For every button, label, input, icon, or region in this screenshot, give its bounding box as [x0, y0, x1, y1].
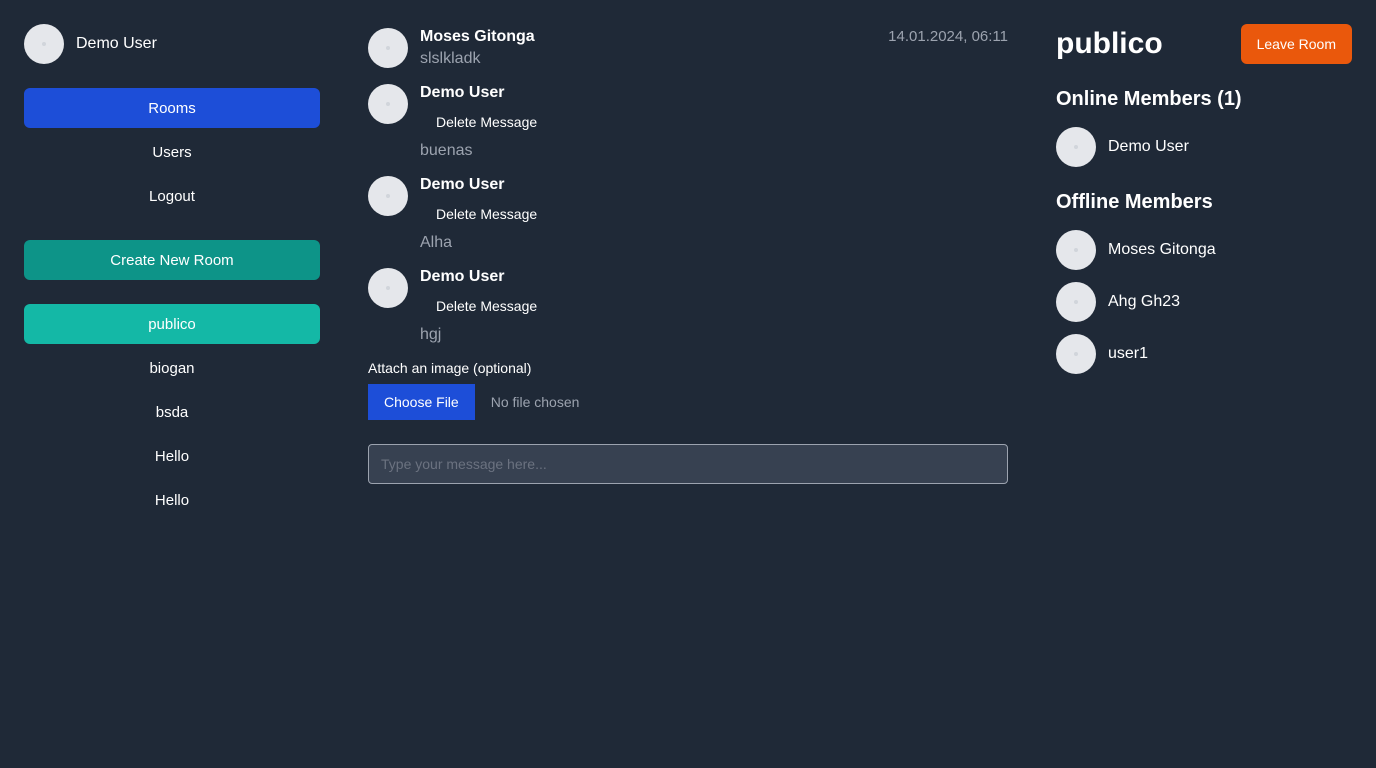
message-author: Demo User	[420, 268, 505, 285]
message: Demo User Delete Message buenas	[368, 84, 1008, 160]
message-author: Demo User	[420, 84, 505, 101]
message-text: hgj	[420, 326, 442, 343]
leave-room-button[interactable]: Leave Room	[1240, 24, 1352, 64]
message: Moses Gitonga 14.01.2024, 06:11 slslklad…	[368, 28, 1008, 68]
delete-message-button[interactable]: Delete Message	[420, 290, 553, 322]
avatar-image-icon	[386, 102, 390, 106]
room-item-biogan[interactable]: biogan	[24, 348, 320, 388]
avatar	[368, 28, 408, 68]
message-author: Moses Gitonga	[420, 28, 535, 45]
member-item[interactable]: user1	[1056, 334, 1352, 374]
room-item-publico[interactable]: publico	[24, 304, 320, 344]
member-name: user1	[1108, 345, 1149, 362]
rooms-button[interactable]: Rooms	[24, 88, 320, 128]
online-members-title: Online Members (1)	[1056, 88, 1242, 110]
message-text: buenas	[420, 142, 473, 159]
message-header: Moses Gitonga 14.01.2024, 06:11	[420, 28, 1008, 46]
message-body: Moses Gitonga 14.01.2024, 06:11 slslklad…	[420, 28, 1008, 68]
message-body: Demo User Delete Message hgj	[420, 268, 1008, 344]
room-item-bsda[interactable]: bsda	[24, 392, 320, 432]
message: Demo User Delete Message hgj	[368, 268, 1008, 344]
avatar	[368, 176, 408, 216]
create-room-button[interactable]: Create New Room	[24, 240, 320, 280]
avatar-image-icon	[386, 46, 390, 50]
avatar	[1056, 282, 1096, 322]
room-item-hello[interactable]: Hello	[24, 436, 320, 476]
avatar-image-icon	[1074, 145, 1078, 149]
sidebar: Demo User Rooms Users Logout Create New …	[24, 24, 320, 524]
current-user-name: Demo User	[76, 35, 157, 52]
current-user[interactable]: Demo User	[24, 24, 320, 64]
avatar-image-icon	[1074, 248, 1078, 252]
avatar-image-icon	[386, 286, 390, 290]
room-title: publico	[1056, 27, 1163, 60]
member-name: Moses Gitonga	[1108, 241, 1216, 258]
avatar	[368, 84, 408, 124]
member-name: Demo User	[1108, 138, 1189, 155]
avatar-image-icon	[1074, 300, 1078, 304]
chat-panel: Moses Gitonga 14.01.2024, 06:11 slslklad…	[368, 28, 1008, 484]
delete-message-button[interactable]: Delete Message	[420, 198, 553, 230]
message-timestamp: 14.01.2024, 06:11	[888, 28, 1008, 45]
message: Demo User Delete Message Alha	[368, 176, 1008, 252]
room-header: publico Leave Room	[1056, 24, 1352, 64]
message-text: slslkladk	[420, 50, 481, 67]
logout-link[interactable]: Logout	[24, 176, 320, 216]
member-item[interactable]: Moses Gitonga	[1056, 230, 1352, 270]
message-body: Demo User Delete Message Alha	[420, 176, 1008, 252]
choose-file-button[interactable]: Choose File	[368, 384, 475, 420]
users-link[interactable]: Users	[24, 132, 320, 172]
member-item[interactable]: Ahg Gh23	[1056, 282, 1352, 322]
avatar	[1056, 230, 1096, 270]
member-name: Ahg Gh23	[1108, 293, 1181, 310]
app: Demo User Rooms Users Logout Create New …	[0, 0, 1376, 768]
message-text: Alha	[420, 234, 453, 251]
avatar	[368, 268, 408, 308]
delete-message-button[interactable]: Delete Message	[420, 106, 553, 138]
message-author: Demo User	[420, 176, 505, 193]
file-input-row: Choose File No file chosen	[368, 384, 1008, 420]
message-input[interactable]	[368, 444, 1008, 484]
file-status: No file chosen	[490, 394, 580, 410]
room-item-hello-2[interactable]: Hello	[24, 480, 320, 520]
offline-members-title: Offline Members	[1056, 191, 1213, 213]
avatar	[1056, 334, 1096, 374]
attach-image-label: Attach an image (optional)	[368, 360, 532, 376]
avatar-image-icon	[1074, 352, 1078, 356]
avatar	[1056, 127, 1096, 167]
member-item[interactable]: Demo User	[1056, 127, 1352, 167]
avatar-image-icon	[386, 194, 390, 198]
message-body: Demo User Delete Message buenas	[420, 84, 1008, 160]
avatar	[24, 24, 64, 64]
avatar-image-icon	[42, 42, 46, 46]
room-panel: publico Leave Room Online Members (1) De…	[1056, 24, 1352, 386]
